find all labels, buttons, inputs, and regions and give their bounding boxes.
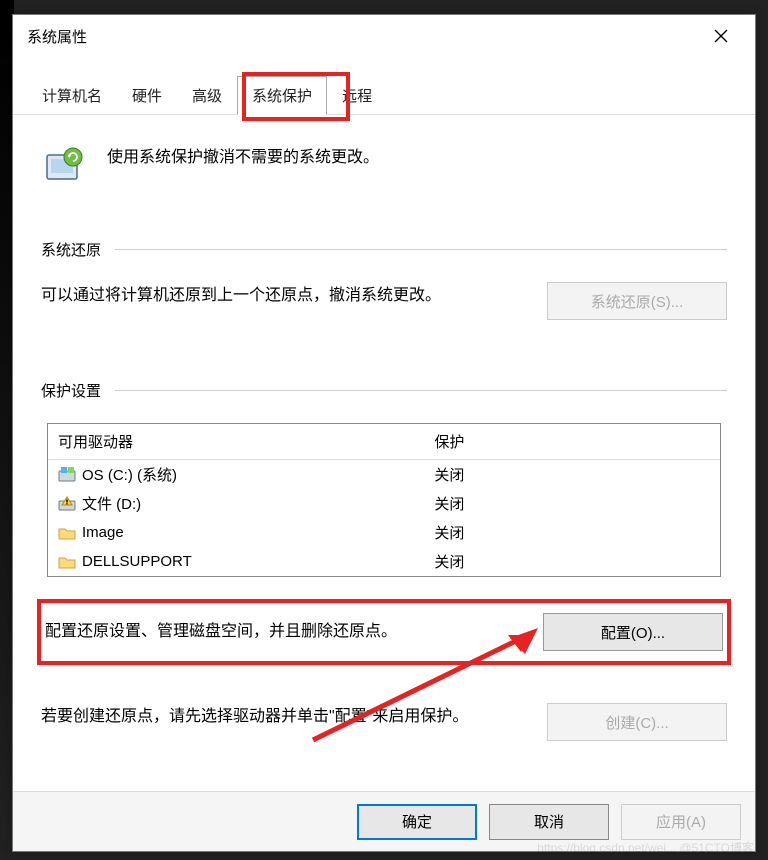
button-label: 创建(C)... xyxy=(605,712,668,733)
drive-protection: 关闭 xyxy=(434,525,464,542)
tab-hardware[interactable]: 硬件 xyxy=(117,76,177,115)
create-button[interactable]: 创建(C)... xyxy=(547,703,727,741)
system-properties-dialog: 系统属性 计算机名 硬件 高级 系统保护 远程 使用系统保护撤消不需要的系统更改… xyxy=(12,14,756,852)
divider xyxy=(115,249,727,250)
configure-desc: 配置还原设置、管理磁盘空间，并且删除还原点。 xyxy=(45,618,523,645)
folder-icon xyxy=(58,553,76,571)
dialog-content: 使用系统保护撤消不需要的系统更改。 系统还原 可以通过将计算机还原到上一个还原点… xyxy=(13,115,755,751)
drive-windows-icon xyxy=(58,466,76,484)
protection-section-title: 保护设置 xyxy=(41,380,101,401)
intro-row: 使用系统保护撤消不需要的系统更改。 xyxy=(41,145,727,189)
table-row[interactable]: Image 关闭 xyxy=(48,518,720,547)
tab-label: 系统保护 xyxy=(252,88,312,105)
close-icon xyxy=(714,29,728,43)
configure-row: 配置还原设置、管理磁盘空间，并且删除还原点。 配置(O)... xyxy=(41,603,727,661)
drive-protection: 关闭 xyxy=(434,496,464,513)
tab-advanced[interactable]: 高级 xyxy=(177,76,237,115)
titlebar: 系统属性 xyxy=(13,15,755,57)
restore-desc: 可以通过将计算机还原到上一个还原点，撤消系统更改。 xyxy=(41,282,527,309)
tab-system-protection[interactable]: 系统保护 xyxy=(237,76,327,115)
tab-label: 高级 xyxy=(192,88,222,105)
restore-section-header: 系统还原 xyxy=(41,239,727,260)
drive-name: Image xyxy=(82,524,124,541)
drive-name: DELLSUPPORT xyxy=(82,553,192,570)
restore-section-title: 系统还原 xyxy=(41,239,101,260)
tab-label: 硬件 xyxy=(132,88,162,105)
tab-label: 计算机名 xyxy=(42,88,102,105)
col-header-protection[interactable]: 保护 xyxy=(424,424,720,459)
system-protection-icon xyxy=(41,145,85,189)
intro-text: 使用系统保护撤消不需要的系统更改。 xyxy=(107,145,379,171)
drive-warning-icon xyxy=(58,495,76,513)
button-label: 系统还原(S)... xyxy=(591,291,684,312)
table-header: 可用驱动器 保护 xyxy=(48,424,720,460)
folder-icon xyxy=(58,524,76,542)
window-title: 系统属性 xyxy=(27,26,87,47)
drive-name: 文件 (D:) xyxy=(82,493,141,514)
table-row[interactable]: 文件 (D:) 关闭 xyxy=(48,489,720,518)
protection-section-header: 保护设置 xyxy=(41,380,727,401)
tab-computer-name[interactable]: 计算机名 xyxy=(27,76,117,115)
create-row: 若要创建还原点，请先选择驱动器并单击"配置"来启用保护。 创建(C)... xyxy=(41,703,727,741)
close-button[interactable] xyxy=(701,21,741,51)
drive-table: 可用驱动器 保护 OS (C:) (系统) 关闭 文件 (D:) 关闭 xyxy=(47,423,721,577)
create-desc: 若要创建还原点，请先选择驱动器并单击"配置"来启用保护。 xyxy=(41,703,527,730)
button-label: 配置(O)... xyxy=(601,622,665,643)
tab-bar: 计算机名 硬件 高级 系统保护 远程 xyxy=(13,75,755,115)
cancel-button[interactable]: 取消 xyxy=(489,804,609,840)
col-header-drive[interactable]: 可用驱动器 xyxy=(48,424,424,459)
button-label: 取消 xyxy=(534,811,564,832)
divider xyxy=(115,390,727,391)
ok-button[interactable]: 确定 xyxy=(357,804,477,840)
system-restore-button[interactable]: 系统还原(S)... xyxy=(547,282,727,320)
table-row[interactable]: DELLSUPPORT 关闭 xyxy=(48,547,720,576)
button-label: 确定 xyxy=(402,811,432,832)
table-row[interactable]: OS (C:) (系统) 关闭 xyxy=(48,460,720,489)
dialog-footer: 确定 取消 应用(A) xyxy=(13,791,755,851)
drive-protection: 关闭 xyxy=(434,554,464,571)
tab-label: 远程 xyxy=(342,88,372,105)
apply-button[interactable]: 应用(A) xyxy=(621,804,741,840)
table-body: OS (C:) (系统) 关闭 文件 (D:) 关闭 Image xyxy=(48,460,720,576)
button-label: 应用(A) xyxy=(656,811,706,832)
configure-button[interactable]: 配置(O)... xyxy=(543,613,723,651)
drive-name: OS (C:) (系统) xyxy=(82,464,177,485)
restore-row: 可以通过将计算机还原到上一个还原点，撤消系统更改。 系统还原(S)... xyxy=(41,282,727,320)
tab-remote[interactable]: 远程 xyxy=(327,76,387,115)
drive-protection: 关闭 xyxy=(434,467,464,484)
